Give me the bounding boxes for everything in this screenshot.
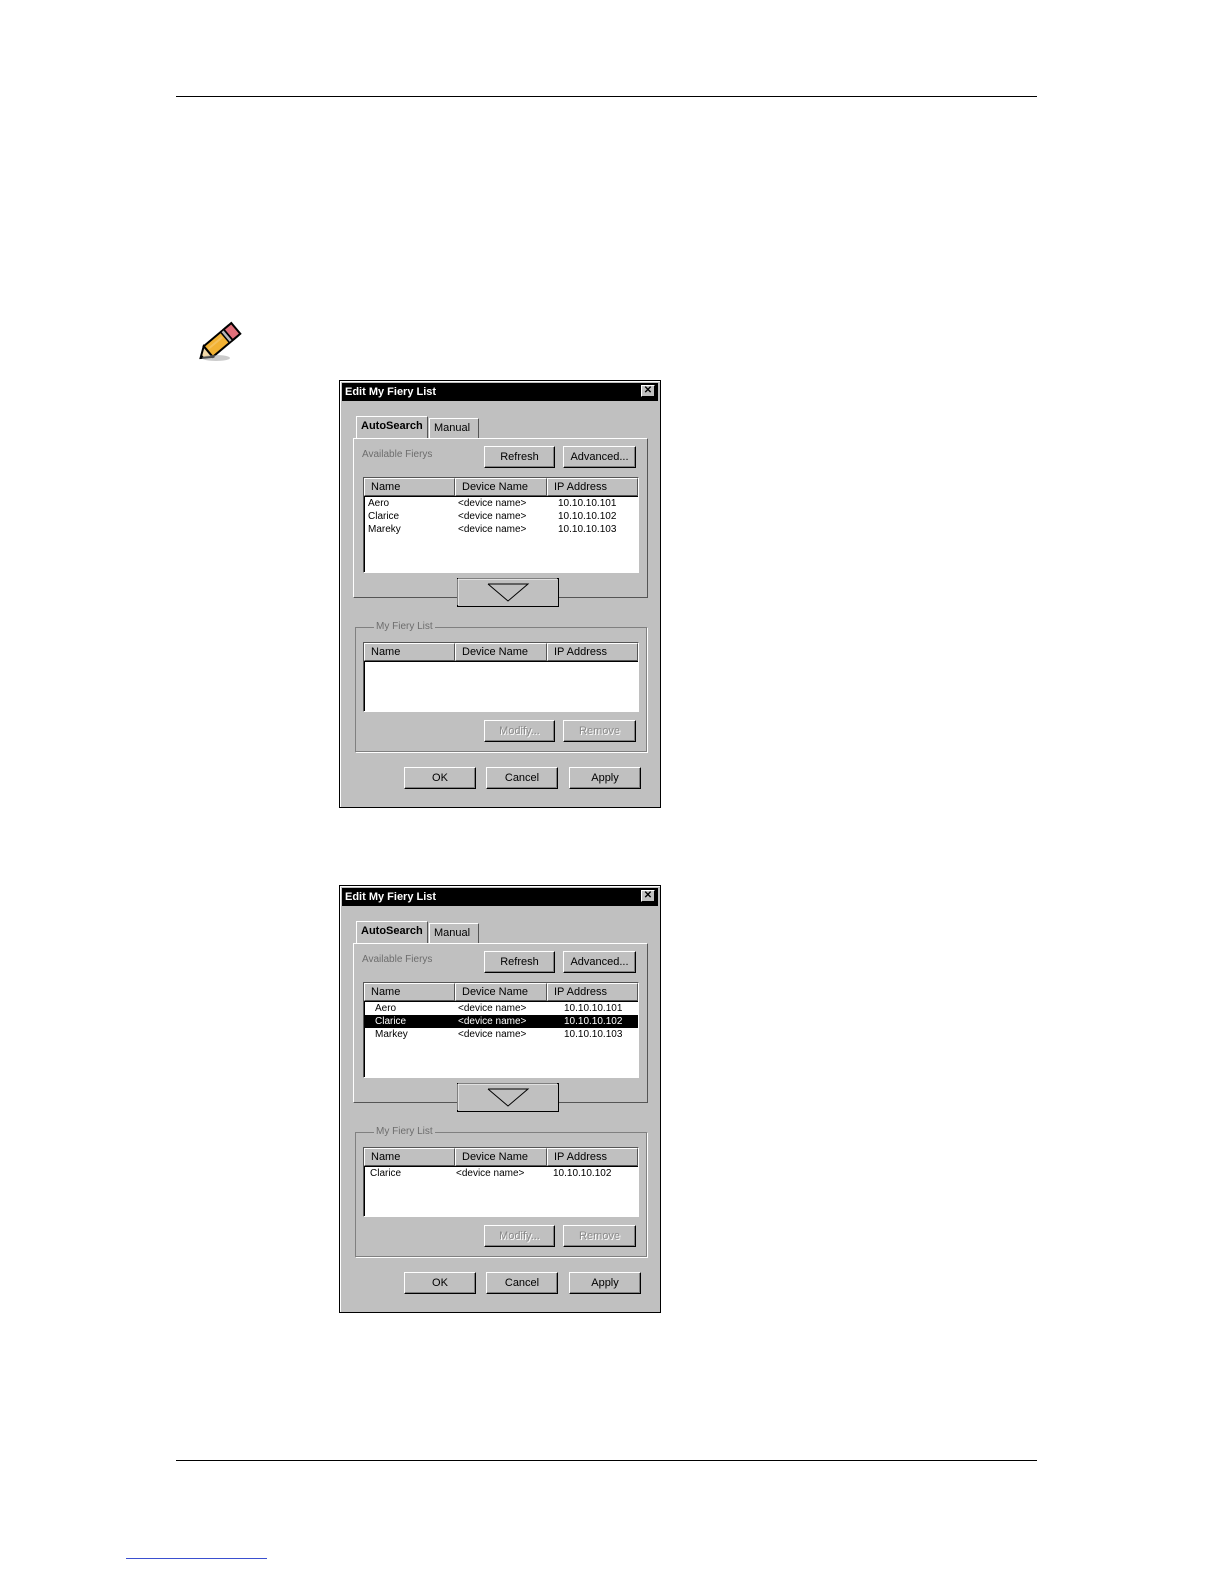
row-device: <device name> <box>458 524 527 535</box>
modify-button[interactable]: Modify... <box>484 1225 555 1247</box>
tab-autosearch[interactable]: AutoSearch <box>356 416 428 438</box>
row-name: Clarice <box>370 1168 402 1179</box>
column-header-device-name[interactable]: Device Name <box>455 643 547 661</box>
ok-button[interactable]: OK <box>404 767 476 789</box>
tab-manual[interactable]: Manual <box>429 418 479 439</box>
row-device: <device name> <box>458 1016 527 1027</box>
list-item[interactable]: Aero <device name> 10.10.10.101 <box>364 1002 638 1015</box>
column-header-name[interactable]: Name <box>364 643 455 661</box>
row-name: Mareky <box>368 524 401 535</box>
row-device: <device name> <box>458 498 527 509</box>
row-device: <device name> <box>458 1029 527 1040</box>
tab-autosearch[interactable]: AutoSearch <box>356 921 428 943</box>
row-name: Aero <box>375 1003 397 1014</box>
row-ip: 10.10.10.102 <box>558 511 617 522</box>
row-ip: 10.10.10.102 <box>553 1168 612 1179</box>
dialog-title: Edit My Fiery List <box>345 386 437 398</box>
refresh-button[interactable]: Refresh <box>484 951 555 973</box>
footer-rule <box>176 1460 1037 1461</box>
available-fierys-label: Available Fierys <box>362 449 433 460</box>
cancel-button[interactable]: Cancel <box>486 1272 558 1294</box>
row-device: <device name> <box>456 1168 525 1179</box>
pencil-icon <box>199 321 242 361</box>
available-fierys-label: Available Fierys <box>362 954 433 965</box>
list-item[interactable]: Clarice <device name> 10.10.10.102 <box>364 1167 638 1180</box>
column-header-ip-address[interactable]: IP Address <box>547 983 638 1001</box>
add-arrow-button[interactable] <box>457 578 559 607</box>
list-item[interactable]: Clarice <device name> 10.10.10.102 <box>364 510 638 523</box>
column-header-device-name[interactable]: Device Name <box>455 1148 547 1166</box>
dialog-titlebar: Edit My Fiery List ✕ <box>342 383 658 401</box>
row-ip: 10.10.10.101 <box>558 498 617 509</box>
edit-my-fiery-list-dialog: Edit My Fiery List ✕ AutoSearch Manual A… <box>339 885 661 1313</box>
row-ip: 10.10.10.101 <box>564 1003 623 1014</box>
advanced-button[interactable]: Advanced... <box>563 951 636 973</box>
footer-link-underline <box>126 1558 267 1559</box>
apply-button[interactable]: Apply <box>569 767 641 789</box>
remove-button[interactable]: Remove <box>563 1225 636 1247</box>
apply-button[interactable]: Apply <box>569 1272 641 1294</box>
list-item-selected[interactable]: Clarice <device name> 10.10.10.102 <box>364 1015 638 1028</box>
column-header-device-name[interactable]: Device Name <box>455 478 547 496</box>
available-fierys-list[interactable]: Name Device Name IP Address Aero <device… <box>363 477 639 573</box>
row-name: Markey <box>375 1029 408 1040</box>
advanced-button[interactable]: Advanced... <box>563 446 636 468</box>
row-name: Clarice <box>375 1016 407 1027</box>
column-header-name[interactable]: Name <box>364 983 455 1001</box>
column-header-ip-address[interactable]: IP Address <box>547 643 638 661</box>
column-header-name[interactable]: Name <box>364 478 455 496</box>
row-ip: 10.10.10.102 <box>564 1016 623 1027</box>
list-item[interactable]: Mareky <device name> 10.10.10.103 <box>364 523 638 536</box>
column-header-ip-address[interactable]: IP Address <box>547 478 638 496</box>
row-ip: 10.10.10.103 <box>564 1029 623 1040</box>
row-device: <device name> <box>458 511 527 522</box>
my-fiery-list[interactable]: Name Device Name IP Address Clarice <dev… <box>363 1147 639 1217</box>
tab-manual[interactable]: Manual <box>429 923 479 944</box>
close-icon[interactable]: ✕ <box>641 890 655 902</box>
list-item[interactable]: Markey <device name> 10.10.10.103 <box>364 1028 638 1041</box>
header-rule <box>176 96 1037 97</box>
column-header-device-name[interactable]: Device Name <box>455 983 547 1001</box>
add-arrow-button[interactable] <box>457 1083 559 1112</box>
row-name: Aero <box>368 498 390 509</box>
modify-button[interactable]: Modify... <box>484 720 555 742</box>
close-icon[interactable]: ✕ <box>641 385 655 397</box>
available-fierys-list[interactable]: Name Device Name IP Address Aero <device… <box>363 982 639 1078</box>
column-header-ip-address[interactable]: IP Address <box>547 1148 638 1166</box>
row-name: Clarice <box>368 511 400 522</box>
cancel-button[interactable]: Cancel <box>486 767 558 789</box>
my-fiery-list[interactable]: Name Device Name IP Address <box>363 642 639 712</box>
my-fiery-list-title: My Fiery List <box>374 1126 435 1137</box>
dialog-title: Edit My Fiery List <box>345 891 437 903</box>
dialog-titlebar: Edit My Fiery List ✕ <box>342 888 658 906</box>
remove-button[interactable]: Remove <box>563 720 636 742</box>
row-ip: 10.10.10.103 <box>558 524 617 535</box>
my-fiery-list-title: My Fiery List <box>374 621 435 632</box>
edit-my-fiery-list-dialog: Edit My Fiery List ✕ AutoSearch Manual A… <box>339 380 661 808</box>
refresh-button[interactable]: Refresh <box>484 446 555 468</box>
list-item[interactable]: Aero <device name> 10.10.10.101 <box>364 497 638 510</box>
ok-button[interactable]: OK <box>404 1272 476 1294</box>
row-device: <device name> <box>458 1003 527 1014</box>
column-header-name[interactable]: Name <box>364 1148 455 1166</box>
